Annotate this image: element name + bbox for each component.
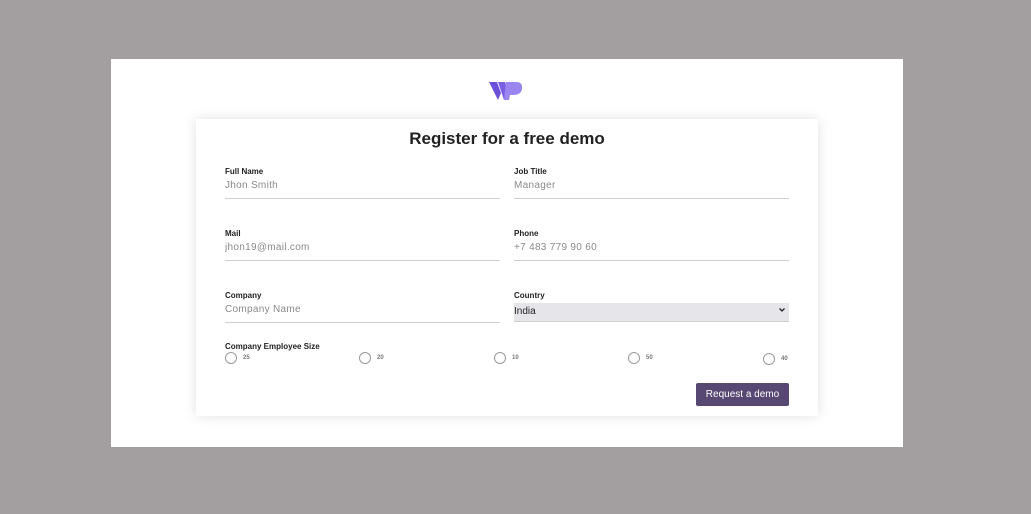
mail-label: Mail (225, 229, 241, 238)
country-label: Country (514, 291, 545, 300)
full-name-input[interactable] (225, 177, 500, 199)
company-field: Company (225, 291, 500, 323)
full-name-label: Full Name (225, 167, 264, 176)
radio-label: 40 (781, 356, 788, 362)
radio-circle[interactable] (763, 353, 775, 365)
employee-size-option-50[interactable]: 50 (628, 352, 653, 364)
mail-input[interactable] (225, 239, 500, 261)
job-title-label: Job Title (514, 167, 547, 176)
phone-field: Phone (514, 229, 789, 261)
phone-label: Phone (514, 229, 539, 238)
country-field: Country India (514, 291, 789, 322)
company-label: Company (225, 291, 262, 300)
company-input[interactable] (225, 301, 500, 323)
country-select[interactable]: India (514, 303, 789, 322)
radio-circle[interactable] (494, 352, 506, 364)
request-demo-button[interactable]: Request a demo (696, 383, 789, 406)
form-title: Register for a free demo (409, 129, 605, 148)
chevron-down-icon (779, 308, 785, 312)
job-title-input[interactable] (514, 177, 789, 199)
radio-circle[interactable] (225, 352, 237, 364)
job-title-field: Job Title (514, 167, 789, 199)
radio-circle[interactable] (359, 352, 371, 364)
page-frame: Register for a free demo Full Name Job T… (111, 59, 903, 447)
full-name-field: Full Name (225, 167, 500, 199)
register-card: Register for a free demo Full Name Job T… (196, 119, 818, 416)
employee-size-option-25[interactable]: 25 (225, 352, 250, 364)
radio-label: 10 (512, 355, 519, 361)
country-selected-value: India (514, 306, 536, 317)
radio-label: 20 (377, 355, 384, 361)
wp-logo-icon (489, 82, 523, 100)
radio-label: 25 (243, 355, 250, 361)
mail-field: Mail (225, 229, 500, 261)
phone-input[interactable] (514, 239, 789, 261)
employee-size-option-10[interactable]: 10 (494, 352, 519, 364)
radio-circle[interactable] (628, 352, 640, 364)
radio-label: 50 (646, 355, 653, 361)
employee-size-option-40[interactable]: 40 (763, 353, 788, 365)
employee-size-label: Company Employee Size (225, 342, 320, 351)
employee-size-option-20[interactable]: 20 (359, 352, 384, 364)
